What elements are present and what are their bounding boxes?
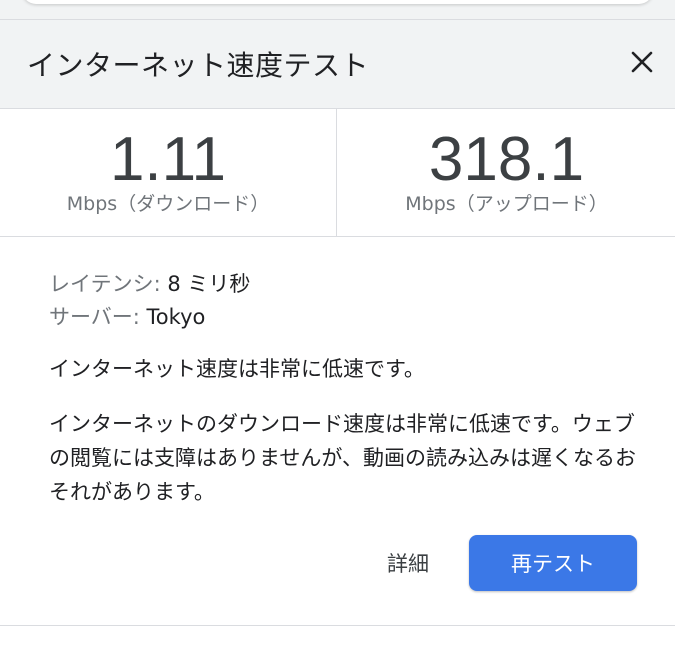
- search-area-strip: [0, 0, 675, 19]
- search-box-edge[interactable]: [22, 0, 653, 4]
- speed-test-header: インターネット速度テスト: [0, 20, 675, 109]
- download-speed-unit: Mbps（ダウンロード）: [66, 193, 270, 215]
- upload-result: 318.1 Mbps（アップロード）: [338, 109, 675, 236]
- latency-value: 8 ミリ秒: [167, 272, 251, 296]
- server-line: サーバー: Tokyo: [49, 301, 649, 334]
- details-button[interactable]: 詳細: [370, 540, 446, 586]
- latency-line: レイテンシ: 8 ミリ秒: [49, 268, 649, 301]
- page-title: インターネット速度テスト: [27, 49, 370, 82]
- speed-results: 1.11 Mbps（ダウンロード） 318.1 Mbps（アップロード）: [0, 109, 675, 237]
- speed-test-card: インターネット速度テスト 1.11 Mbps（ダウンロード） 318.1 Mbp…: [0, 0, 675, 646]
- latency-label: レイテンシ:: [49, 272, 168, 296]
- download-result: 1.11 Mbps（ダウンロード）: [0, 109, 337, 236]
- download-speed-value: 1.11: [109, 125, 227, 194]
- server-value: Tokyo: [146, 305, 206, 329]
- close-button[interactable]: [622, 42, 662, 82]
- server-label: サーバー:: [49, 305, 147, 329]
- speed-summary: インターネット速度は非常に低速です。: [49, 357, 425, 381]
- upload-speed-value: 318.1: [428, 125, 585, 194]
- divider: [0, 625, 675, 626]
- retest-button[interactable]: 再テスト: [469, 535, 637, 591]
- speed-details: レイテンシ: 8 ミリ秒 サーバー: Tokyo インターネット速度は非常に低速…: [49, 268, 649, 509]
- speed-explanation: インターネットのダウンロード速度は非常に低速です。ウェブの閲覧には支障はありませ…: [49, 412, 636, 504]
- close-icon: [631, 51, 653, 73]
- upload-speed-unit: Mbps（アップロード）: [405, 193, 608, 215]
